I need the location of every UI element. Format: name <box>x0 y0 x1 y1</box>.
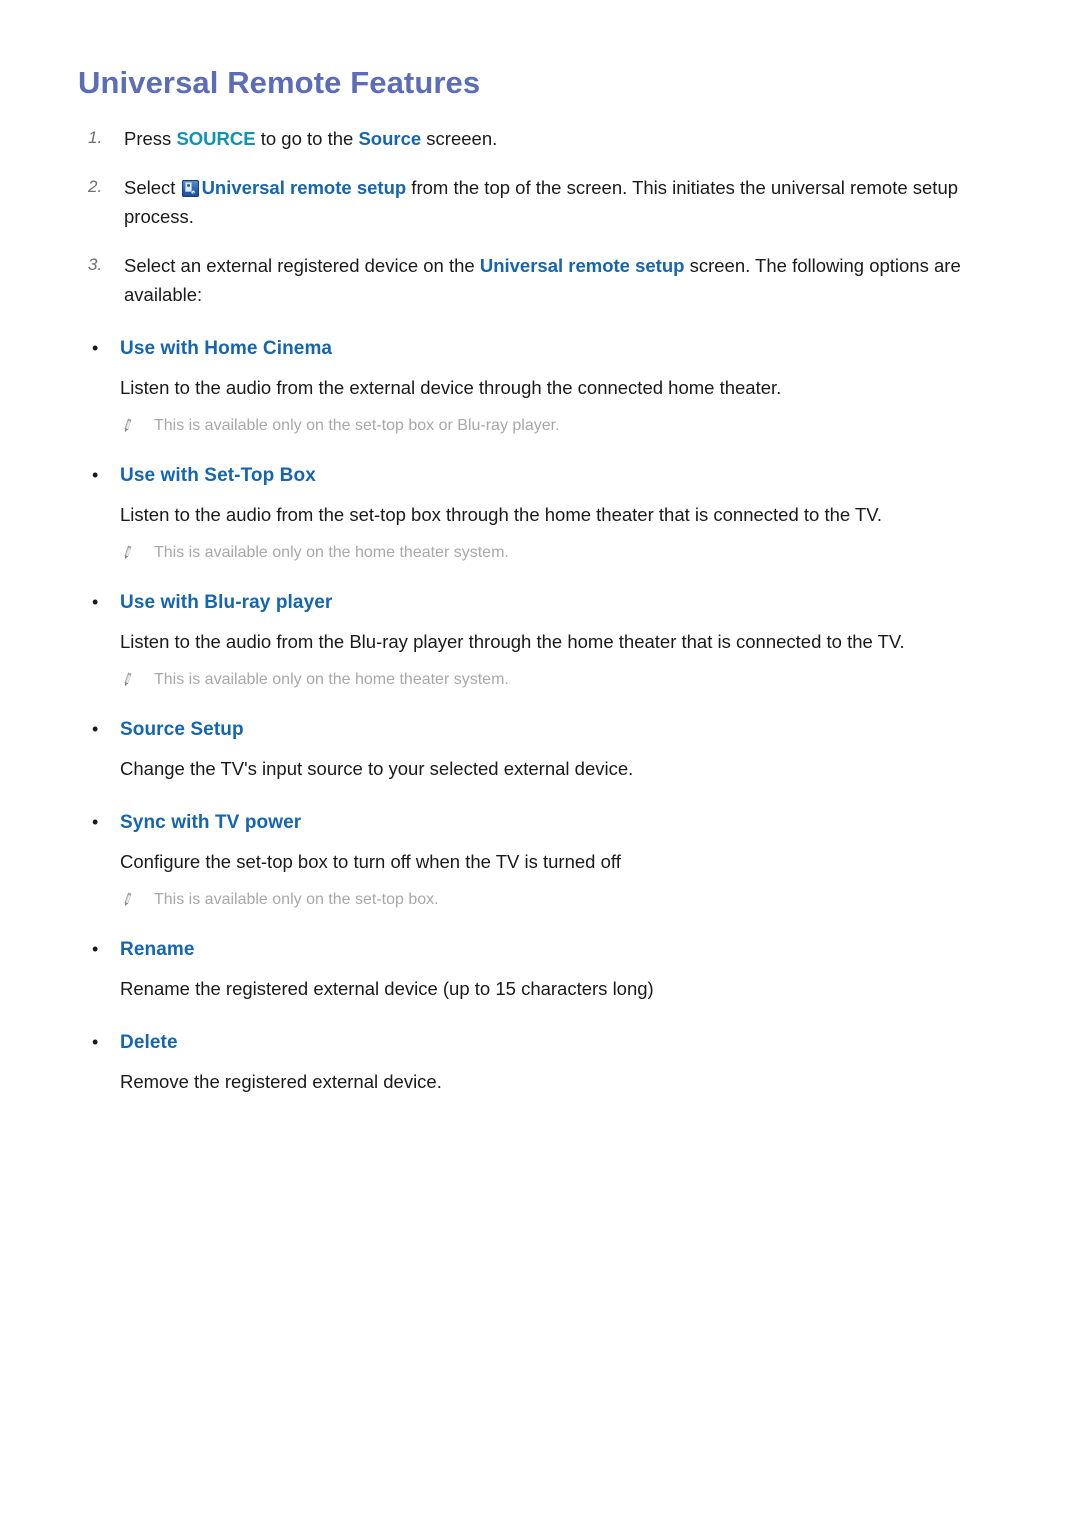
step-item: 3. Select an external registered device … <box>78 251 1020 309</box>
step-text-segment: to go to the <box>255 128 359 150</box>
option-list: Use with Home Cinema Listen to the audio… <box>78 335 1020 1096</box>
option-title[interactable]: Delete <box>120 1030 178 1056</box>
bullet-icon <box>92 1029 120 1055</box>
option-item: Delete Remove the registered external de… <box>78 1029 1020 1096</box>
note-text: This is available only on the home theat… <box>154 544 509 562</box>
step-number: 2. <box>88 177 103 197</box>
step-text: Select an external registered device on … <box>124 251 1020 309</box>
option-heading-row: Sync with TV power <box>78 809 1020 836</box>
option-heading-row: Use with Set-Top Box <box>78 462 1020 489</box>
gear-icon <box>190 189 195 195</box>
step-text-segment: screeen. <box>421 128 498 150</box>
bullet-icon <box>92 716 120 742</box>
option-title[interactable]: Use with Blu-ray player <box>120 590 332 616</box>
step-number: 3. <box>88 255 103 275</box>
source-link[interactable]: Source <box>358 128 421 149</box>
note-row: This is available only on the home theat… <box>78 543 1020 563</box>
universal-remote-setup-link[interactable]: Universal remote setup <box>202 177 407 198</box>
option-item: Use with Home Cinema Listen to the audio… <box>78 335 1020 436</box>
option-description: Change the TV's input source to your sel… <box>120 758 634 780</box>
option-heading-row: Delete <box>78 1029 1020 1056</box>
step-text: Press SOURCE to go to the Source screeen… <box>124 124 1020 153</box>
option-heading-row: Use with Blu-ray player <box>78 589 1020 616</box>
option-item: Sync with TV power Configure the set-top… <box>78 809 1020 910</box>
step-text-segment: Select an external registered device on … <box>124 255 480 277</box>
bullet-icon <box>92 589 120 615</box>
option-title[interactable]: Sync with TV power <box>120 810 301 836</box>
bullet-icon <box>92 809 120 835</box>
step-item: 1. Press SOURCE to go to the Source scre… <box>78 124 1020 153</box>
option-description: Listen to the audio from the external de… <box>120 377 782 399</box>
note-text: This is available only on the set-top bo… <box>154 417 560 435</box>
option-item: Use with Set-Top Box Listen to the audio… <box>78 462 1020 563</box>
option-item: Use with Blu-ray player Listen to the au… <box>78 589 1020 690</box>
option-heading-row: Source Setup <box>78 716 1020 743</box>
step-text-segment: Press <box>124 128 177 150</box>
option-title[interactable]: Source Setup <box>120 717 244 743</box>
bullet-icon <box>92 335 120 361</box>
option-description: Listen to the audio from the set-top box… <box>120 504 883 526</box>
pencil-icon <box>120 892 154 912</box>
option-heading-row: Use with Home Cinema <box>78 335 1020 362</box>
universal-remote-setup-icon <box>181 180 199 198</box>
option-item: Rename Rename the registered external de… <box>78 936 1020 1003</box>
universal-remote-setup-link[interactable]: Universal remote setup <box>480 255 685 276</box>
option-title[interactable]: Rename <box>120 937 195 963</box>
option-heading-row: Rename <box>78 936 1020 963</box>
option-description: Configure the set-top box to turn off wh… <box>120 851 621 873</box>
step-text: Select Universal remote setup from the t… <box>124 173 1020 231</box>
page-title: Universal Remote Features <box>78 65 481 100</box>
manual-page: Universal Remote Features 1. Press SOURC… <box>0 0 1080 1527</box>
pencil-icon <box>120 545 154 565</box>
option-description: Remove the registered external device. <box>120 1071 442 1093</box>
note-row: This is available only on the set-top bo… <box>78 890 1020 910</box>
note-text: This is available only on the set-top bo… <box>154 891 439 909</box>
step-item: 2. Select Universal remote setup from th… <box>78 173 1020 231</box>
step-text-segment: Select <box>124 177 181 199</box>
note-row: This is available only on the set-top bo… <box>78 416 1020 436</box>
source-key-label: SOURCE <box>176 128 256 150</box>
numbered-step-list: 1. Press SOURCE to go to the Source scre… <box>78 124 1020 309</box>
bullet-icon <box>92 462 120 488</box>
step-number: 1. <box>88 128 103 148</box>
note-row: This is available only on the home theat… <box>78 670 1020 690</box>
note-text: This is available only on the home theat… <box>154 671 509 689</box>
option-description: Rename the registered external device (u… <box>120 978 654 1000</box>
option-item: Source Setup Change the TV's input sourc… <box>78 716 1020 783</box>
pencil-icon <box>120 672 154 692</box>
option-title[interactable]: Use with Home Cinema <box>120 336 332 362</box>
option-description: Listen to the audio from the Blu-ray pla… <box>120 631 905 653</box>
bullet-icon <box>92 936 120 962</box>
option-title[interactable]: Use with Set-Top Box <box>120 463 316 489</box>
pencil-icon <box>120 418 154 438</box>
